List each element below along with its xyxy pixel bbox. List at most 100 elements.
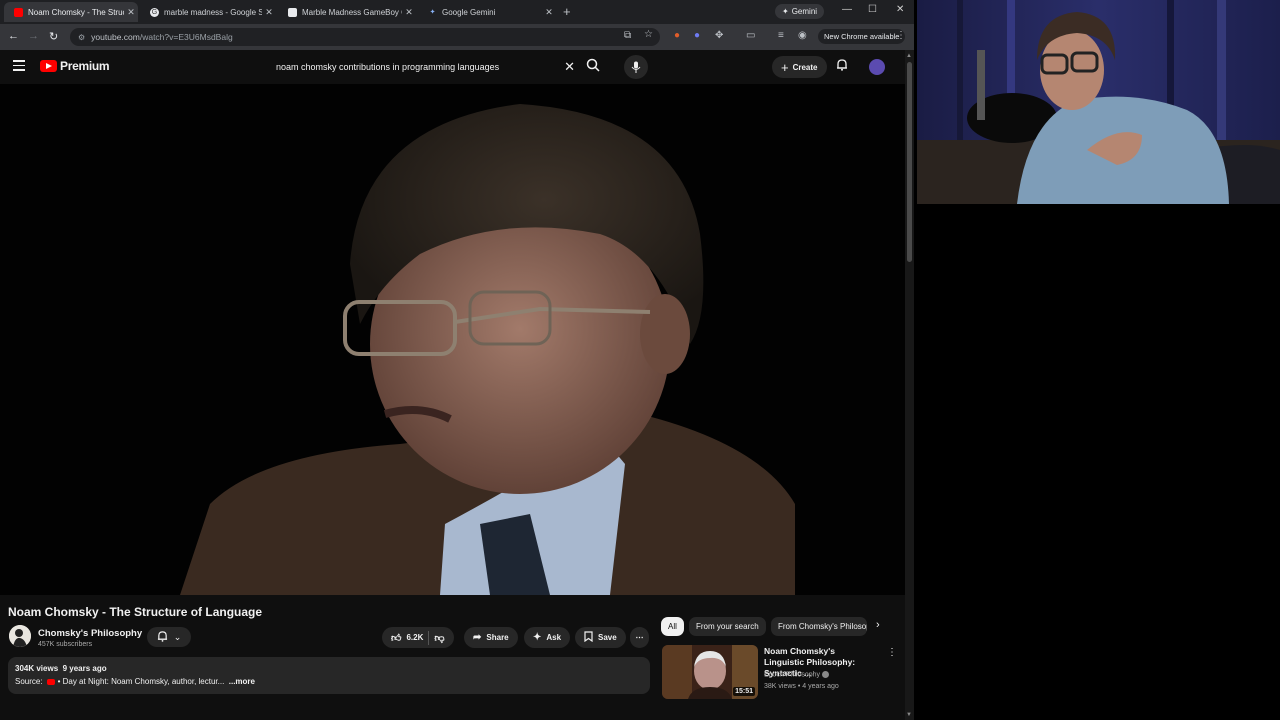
suggested-video-thumbnail[interactable]: 15:51 (662, 645, 758, 699)
more-horizontal-icon: ⋯ (635, 633, 644, 642)
tab-strip: Noam Chomsky - The Structu ✕ G marble ma… (0, 0, 914, 24)
cast-icon[interactable]: ▭ (746, 30, 755, 41)
address-bar[interactable]: ⚙ youtube.com/watch?v=E3U6MsdBalg (70, 28, 660, 46)
chevron-right-icon[interactable]: › (876, 619, 880, 631)
tab-close-icon[interactable]: ✕ (402, 7, 416, 18)
chrome-menu-icon[interactable]: ⋮ (896, 30, 906, 41)
channel-avatar-image (9, 625, 31, 647)
video-player[interactable] (0, 84, 905, 595)
scrollbar-thumb[interactable] (907, 62, 912, 262)
create-button[interactable]: + Create (772, 56, 827, 78)
tab-google-search[interactable]: G marble madness - Google Sear ✕ (140, 2, 276, 22)
reading-list-icon[interactable]: ≡ (778, 30, 784, 41)
channel-avatar[interactable] (9, 625, 31, 647)
share-label: Share (486, 633, 509, 642)
ask-label: Ask (546, 633, 562, 642)
url-text: youtube.com/watch?v=E3U6MsdBalg (91, 32, 233, 42)
dislike-icon[interactable]: 👎︎ (434, 632, 444, 644)
google-favicon-icon: G (150, 7, 159, 17)
clear-search-icon[interactable]: ✕ (564, 59, 575, 75)
suggested-views: 38K views (764, 683, 796, 690)
upload-age: 9 years ago (62, 664, 107, 673)
suggested-meta: 38K views • 4 years ago (764, 683, 839, 690)
reload-icon[interactable]: ↻ (49, 30, 58, 43)
share-button[interactable]: ➦ Share (464, 627, 518, 648)
gemini-favicon-icon: ✦ (429, 9, 436, 16)
notifications-bell-icon[interactable] (836, 58, 848, 74)
page-favicon-icon (288, 7, 297, 17)
chevron-down-icon: ⌄ (173, 631, 182, 642)
tab-marble-madness[interactable]: Marble Madness GameBoy Col ✕ (278, 2, 416, 22)
profile-icon[interactable]: ◉ (798, 30, 807, 41)
youtube-small-icon (46, 678, 55, 685)
subscription-bell-button[interactable]: ⌄ (147, 627, 191, 647)
update-chrome-button[interactable]: New Chrome available (818, 29, 906, 44)
more-actions-button[interactable]: ⋯ (630, 627, 649, 648)
video-frame-image (0, 84, 905, 595)
suggested-channel[interactable]: Epoch Philosophy (764, 671, 830, 679)
extension-icon[interactable]: ● (694, 30, 700, 41)
minimize-icon[interactable]: — (842, 4, 852, 15)
plus-icon: + (781, 59, 789, 75)
suggested-channel-name: Epoch Philosophy (764, 671, 821, 679)
search-icon[interactable] (586, 58, 600, 75)
tab-close-icon[interactable]: ✕ (542, 7, 556, 18)
show-more-link[interactable]: ...more (229, 677, 255, 686)
save-label: Save (598, 633, 617, 642)
menu-icon[interactable] (13, 60, 25, 74)
extensions-puzzle-icon[interactable]: ✥ (715, 30, 723, 41)
more-vertical-icon[interactable]: ⋮ (887, 647, 897, 658)
forward-icon[interactable]: → (28, 30, 39, 42)
save-button[interactable]: Save (575, 627, 626, 648)
youtube-logo[interactable]: Premium (40, 59, 110, 73)
youtube-favicon-icon (14, 7, 23, 17)
voice-search-button[interactable] (624, 55, 648, 79)
browser-window: Noam Chomsky - The Structu ✕ G marble ma… (0, 0, 914, 720)
back-icon[interactable]: ← (8, 30, 19, 42)
like-count[interactable]: 6.2K (406, 633, 423, 642)
tab-gemini[interactable]: ✦ Google Gemini ✕ (418, 2, 556, 22)
gemini-label: Gemini (791, 7, 818, 16)
video-duration: 15:51 (733, 687, 755, 696)
tab-title: Noam Chomsky - The Structu (28, 7, 124, 17)
gemini-button[interactable]: ✦ Gemini (775, 4, 825, 19)
suggested-age: 4 years ago (802, 683, 839, 690)
video-title: Noam Chomsky - The Structure of Language (8, 605, 263, 619)
tab-youtube[interactable]: Noam Chomsky - The Structu ✕ (4, 2, 138, 22)
chip-from-your-search[interactable]: From your search (689, 617, 766, 636)
install-app-icon[interactable]: ⧉ (624, 30, 631, 41)
bookmark-star-icon[interactable]: ☆ (644, 29, 653, 40)
source-link[interactable]: Day at Night: Noam Chomsky, author, lect… (63, 677, 225, 686)
sparkle-icon: ✦ (533, 632, 542, 643)
subscriber-count: 457K subscribers (38, 641, 93, 648)
scroll-down-icon[interactable]: ▼ (906, 712, 912, 718)
scroll-up-icon[interactable]: ▲ (906, 53, 912, 59)
description-snippet: Source: • Day at Night: Noam Chomsky, aut… (15, 677, 255, 686)
page-scrollbar[interactable]: ▲ ▼ (905, 50, 914, 720)
new-tab-icon[interactable]: + (563, 4, 571, 19)
chip-from-channel[interactable]: From Chomsky's Philosophy (771, 617, 867, 636)
chip-all[interactable]: All (661, 617, 684, 636)
tab-title: Marble Madness GameBoy Col (302, 7, 402, 17)
search-input[interactable]: noam chomsky contributions in programmin… (268, 62, 564, 72)
description-box[interactable]: 304K views 9 years ago Source: • Day at N… (8, 657, 650, 694)
gemini-sparkle-icon: ✦ (782, 7, 789, 16)
tab-close-icon[interactable]: ✕ (124, 7, 138, 18)
close-window-icon[interactable]: ✕ (896, 4, 904, 15)
account-avatar[interactable] (869, 59, 885, 75)
view-count: 304K views (15, 664, 59, 673)
like-dislike-group: 👍︎ 6.2K 👎︎ (382, 627, 454, 648)
url-host: youtube.com (91, 32, 140, 42)
like-icon[interactable]: 👍︎ (391, 632, 401, 644)
site-info-icon[interactable]: ⚙ (78, 33, 85, 42)
tab-close-icon[interactable]: ✕ (262, 7, 276, 18)
extension-icon[interactable]: ● (674, 30, 680, 41)
tab-title: Google Gemini (442, 7, 496, 17)
tab-title: marble madness - Google Sear (164, 7, 262, 17)
ask-button[interactable]: ✦ Ask (524, 627, 571, 648)
source-prefix: Source: (15, 677, 43, 686)
search-box[interactable]: noam chomsky contributions in programmin… (268, 55, 583, 79)
share-icon: ➦ (473, 632, 482, 643)
channel-name[interactable]: Chomsky's Philosophy (38, 628, 142, 639)
maximize-icon[interactable]: ☐ (868, 4, 877, 15)
